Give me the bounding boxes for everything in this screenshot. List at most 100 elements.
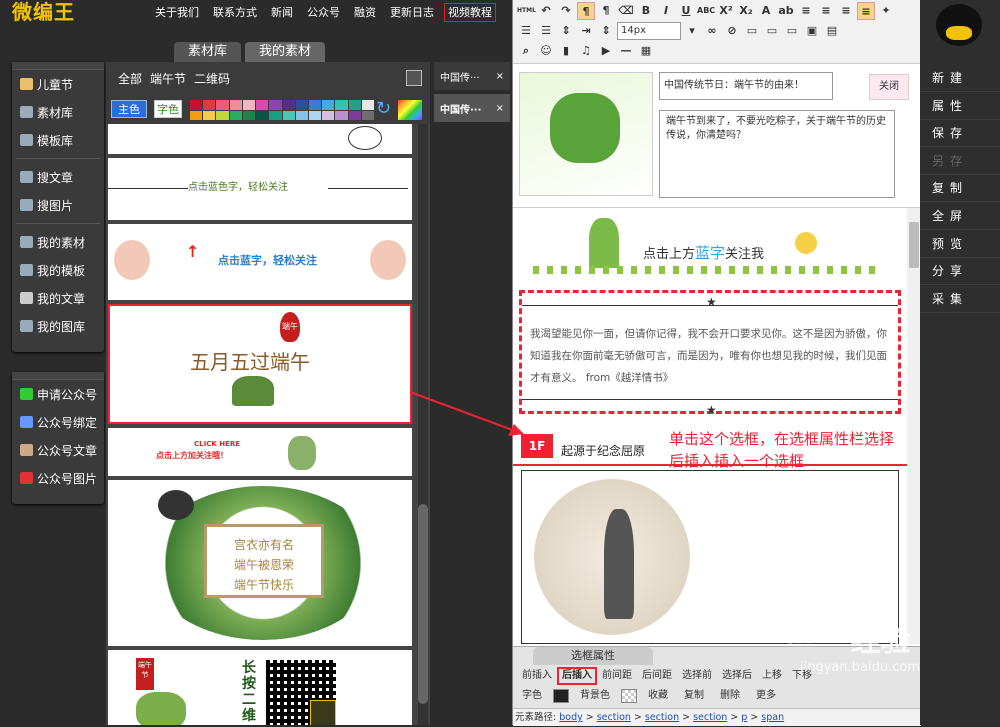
- format-painter-icon[interactable]: ¶: [577, 2, 595, 20]
- strikethrough-icon[interactable]: ABC: [697, 2, 715, 20]
- action-2[interactable]: 保存: [920, 119, 1000, 148]
- color-swatch[interactable]: [282, 100, 295, 110]
- sidebar-item[interactable]: 搜图片: [12, 191, 104, 219]
- sidebar-item[interactable]: 我的文章: [12, 284, 104, 312]
- color-swatch[interactable]: [335, 110, 348, 120]
- color-swatch[interactable]: [335, 100, 348, 110]
- title-input[interactable]: 中国传统节日：端午节的由来！: [659, 72, 833, 100]
- tab-my-material[interactable]: 我的素材: [245, 42, 326, 62]
- document-tab-active[interactable]: 中国传··· ×: [434, 94, 510, 122]
- section-title[interactable]: 起源于纪念屈原: [561, 442, 645, 459]
- top-nav-item[interactable]: 更新日志: [383, 0, 441, 25]
- box-action-button[interactable]: 复制: [679, 687, 709, 705]
- color-swatch[interactable]: [361, 110, 374, 120]
- reset-icon[interactable]: ↻: [376, 100, 396, 120]
- color-swatch[interactable]: [322, 100, 335, 110]
- color-swatch[interactable]: [282, 110, 295, 120]
- rainbow-color-icon[interactable]: [398, 100, 422, 120]
- path-link[interactable]: span: [761, 712, 784, 723]
- line-height-icon[interactable]: ⇕: [557, 22, 575, 40]
- color-swatch[interactable]: [308, 110, 322, 120]
- drag-handle[interactable]: [12, 62, 104, 70]
- color-swatch[interactable]: [256, 110, 269, 120]
- edit-icon[interactable]: [406, 70, 422, 86]
- clear-format-icon[interactable]: ⌫: [617, 2, 635, 20]
- color-swatch[interactable]: [216, 100, 229, 110]
- sidebar-item[interactable]: 申请公众号: [12, 380, 104, 408]
- color-swatch[interactable]: [295, 110, 308, 120]
- color-swatch[interactable]: [348, 100, 361, 110]
- material-card[interactable]: CLICK HERE 点击上方加关注哦！: [108, 428, 412, 476]
- paragraph-icon[interactable]: ¶: [597, 2, 615, 20]
- spacing-icon[interactable]: ⇕: [597, 22, 615, 40]
- align-center-icon[interactable]: ≡: [817, 2, 835, 20]
- box-action-button[interactable]: 收藏: [643, 687, 673, 705]
- underline-icon[interactable]: U: [677, 2, 695, 20]
- material-card[interactable]: [108, 124, 412, 154]
- color-swatch[interactable]: [348, 110, 361, 120]
- drag-handle[interactable]: [12, 372, 104, 380]
- sidebar-item[interactable]: 我的素材: [12, 228, 104, 256]
- indent-icon[interactable]: ⇥: [577, 22, 595, 40]
- layout-icon[interactable]: ▭: [763, 22, 781, 40]
- sidebar-item[interactable]: 公众号文章: [12, 436, 104, 464]
- color-swatch[interactable]: [361, 100, 374, 110]
- color-swatch[interactable]: [308, 100, 322, 110]
- scroll-thumb[interactable]: [418, 504, 428, 704]
- color-swatch[interactable]: [190, 100, 203, 110]
- superscript-icon[interactable]: X²: [717, 2, 735, 20]
- chevron-down-icon[interactable]: ▾: [683, 22, 701, 40]
- path-link[interactable]: section: [645, 712, 679, 723]
- background-color-swatch[interactable]: [621, 689, 637, 703]
- color-swatch[interactable]: [190, 110, 203, 120]
- image-icon[interactable]: ▣: [803, 22, 821, 40]
- color-swatch[interactable]: [242, 110, 256, 120]
- scroll-thumb[interactable]: [909, 222, 919, 268]
- horizontal-rule-icon[interactable]: —: [617, 42, 635, 60]
- color-swatch[interactable]: [229, 100, 242, 110]
- material-card[interactable]: ↑ 点击蓝字，轻松关注: [108, 224, 412, 300]
- sidebar-item[interactable]: 素材库: [12, 98, 104, 126]
- color-swatch[interactable]: [269, 110, 282, 120]
- editor-scrollbar[interactable]: [907, 208, 921, 644]
- library-scrollbar[interactable]: [418, 124, 428, 725]
- unordered-list-icon[interactable]: ☰: [537, 22, 555, 40]
- material-card-selected[interactable]: 端午 五月五过端午: [108, 304, 412, 424]
- box-action-button[interactable]: 选择前: [677, 667, 717, 685]
- top-nav-item[interactable]: 联系方式: [206, 0, 264, 25]
- save-icon[interactable]: ▮: [557, 42, 575, 60]
- sidebar-item[interactable]: 搜文章: [12, 163, 104, 191]
- align-right-icon[interactable]: ≡: [837, 2, 855, 20]
- color-swatch[interactable]: [322, 110, 335, 120]
- layout-icon[interactable]: ▭: [783, 22, 801, 40]
- document-tab[interactable]: 中国传··· ×: [434, 62, 510, 90]
- font-color-icon[interactable]: A: [757, 2, 775, 20]
- material-card[interactable]: 点击蓝色字，轻松关注: [108, 158, 412, 220]
- align-justify-icon[interactable]: ≡: [857, 2, 875, 20]
- top-nav-item[interactable]: 公众号: [300, 0, 347, 25]
- sidebar-item[interactable]: 公众号绑定: [12, 408, 104, 436]
- close-button[interactable]: 关闭: [869, 74, 909, 100]
- color-swatch[interactable]: [203, 100, 216, 110]
- path-link[interactable]: p: [741, 712, 747, 723]
- action-8[interactable]: 采集: [920, 285, 1000, 313]
- editor-content[interactable]: 点击上方蓝字关注我 ★ 我渴望能见你一面，但请你记得，我不会开口要求见你。这不是…: [513, 208, 907, 644]
- action-6[interactable]: 预览: [920, 230, 1000, 258]
- action-4[interactable]: 复制: [920, 174, 1000, 203]
- undo-icon[interactable]: ↶: [537, 2, 555, 20]
- cover-image[interactable]: [519, 72, 653, 196]
- table-icon[interactable]: ▦: [637, 42, 655, 60]
- font-size-select[interactable]: 14px: [617, 22, 681, 40]
- emoji-icon[interactable]: ☺: [537, 42, 555, 60]
- music-icon[interactable]: ♫: [577, 42, 595, 60]
- color-swatch[interactable]: [216, 110, 229, 120]
- top-nav-item[interactable]: 新闻: [264, 0, 300, 25]
- top-nav-item[interactable]: 关于我们: [148, 0, 206, 25]
- summary-textarea[interactable]: 端午节到来了，不要光吃粽子，关于端午节的历史传说，你清楚吗？: [659, 110, 895, 198]
- video-icon[interactable]: ▶: [597, 42, 615, 60]
- path-link[interactable]: section: [693, 712, 727, 723]
- bold-icon[interactable]: B: [637, 2, 655, 20]
- sidebar-item[interactable]: 公众号图片: [12, 464, 104, 492]
- highlight-icon[interactable]: ab: [777, 2, 795, 20]
- box-action-button[interactable]: 选择后: [717, 667, 757, 685]
